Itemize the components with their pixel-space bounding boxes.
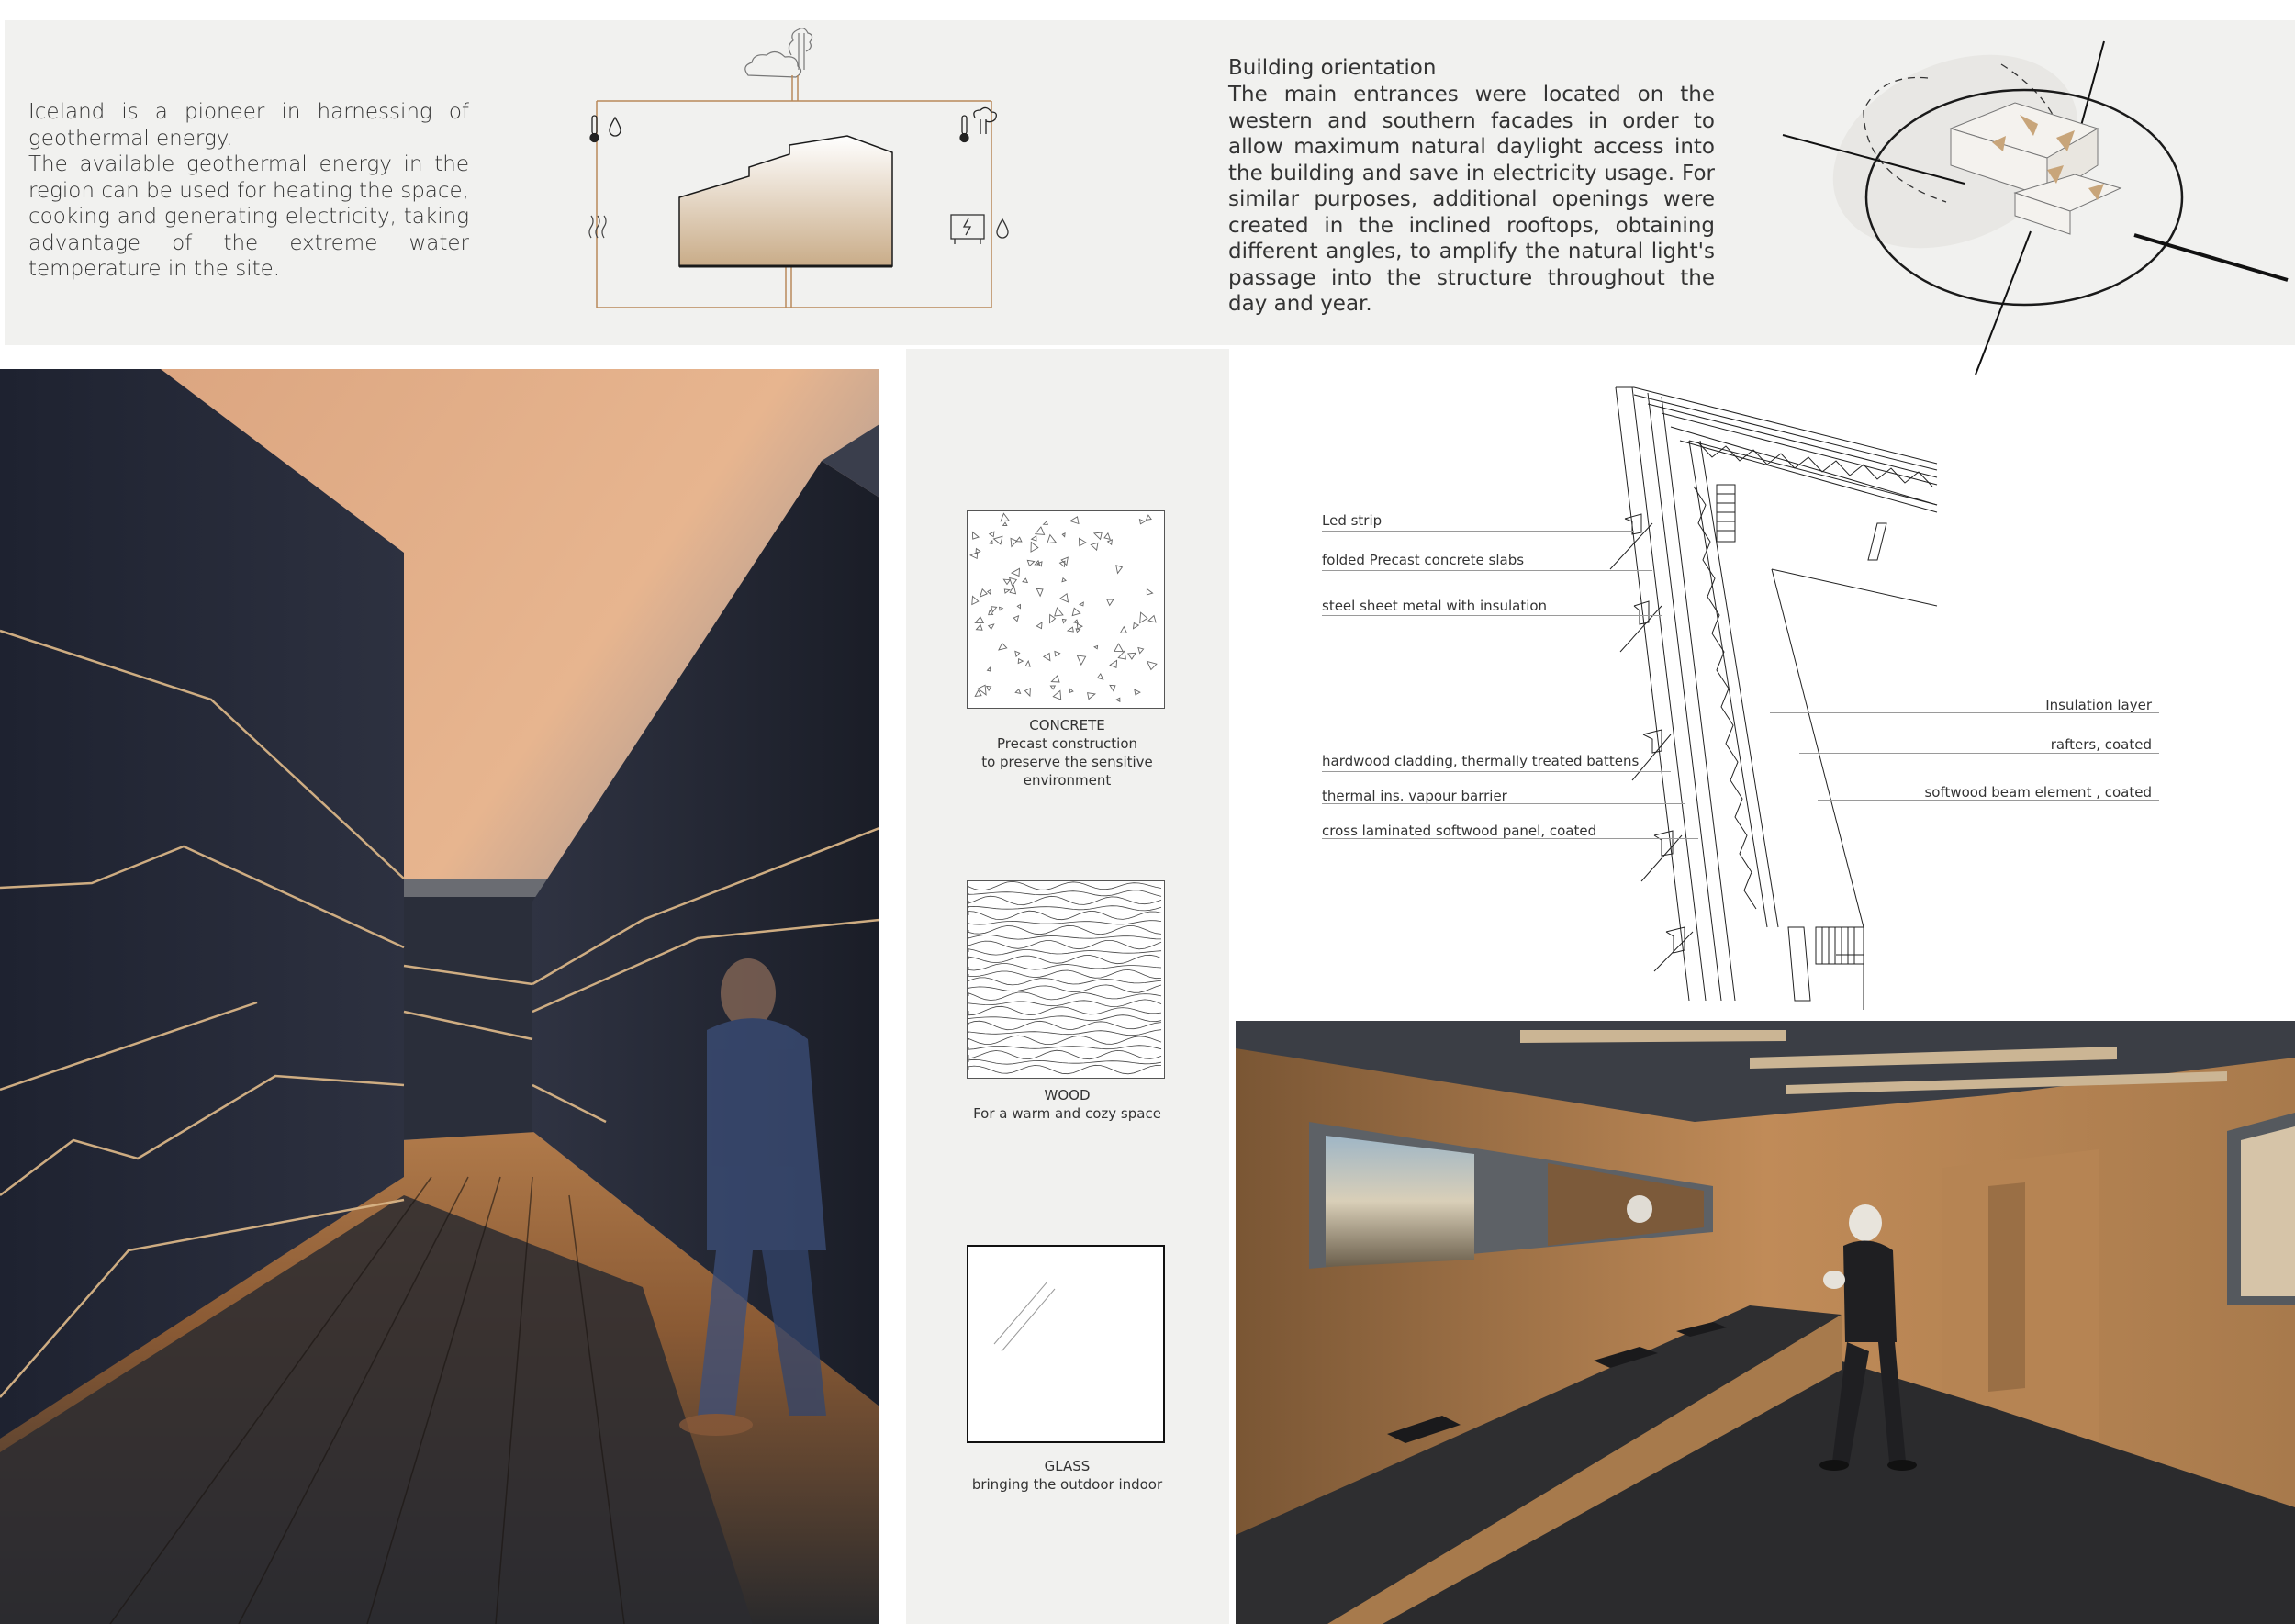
- leader-line: [1322, 771, 1671, 772]
- label-rafters: rafters, coated: [2050, 736, 2152, 753]
- label-insulation-layer: Insulation layer: [2045, 697, 2152, 713]
- wood-caption: WOOD For a warm and cozy space: [936, 1086, 1198, 1123]
- glass-name: GLASS: [1044, 1458, 1091, 1474]
- concrete-line2: to preserve the sensitive environment: [981, 754, 1153, 789]
- leader-line: [1799, 753, 2159, 754]
- glass-line1: bringing the outdoor indoor: [971, 1476, 1163, 1493]
- geothermal-text: Iceland is a pioneer in harnessing of ge…: [28, 100, 469, 281]
- leader-line: [1322, 570, 1652, 571]
- electricity-icon: [950, 214, 1009, 244]
- orientation-title: Building orientation: [1228, 56, 1437, 80]
- label-softwood-beam: softwood beam element , coated: [1924, 784, 2152, 801]
- label-vapour-barrier: thermal ins. vapour barrier: [1322, 788, 1507, 804]
- wood-swatch: [967, 880, 1165, 1079]
- thermometer-icon: [589, 115, 621, 143]
- leader-line: [1322, 615, 1662, 616]
- label-clt-panel: cross laminated softwood panel, coated: [1322, 823, 1597, 839]
- wood-name: WOOD: [1044, 1087, 1091, 1103]
- construction-detail-drawing: [1609, 386, 1938, 1010]
- house-icon: [678, 135, 893, 267]
- concrete-name: CONCRETE: [1029, 717, 1105, 734]
- concrete-caption: CONCRETE Precast construction to preserv…: [936, 716, 1198, 790]
- label-led-strip: Led strip: [1322, 512, 1383, 529]
- leader-line: [1770, 712, 2159, 713]
- exterior-rendering: [0, 369, 879, 1624]
- interior-rendering: [1236, 1021, 2295, 1624]
- leader-line: [1322, 803, 1685, 804]
- concrete-swatch: [967, 510, 1165, 709]
- orientation-text: The main entrances were located on the w…: [1228, 83, 1715, 316]
- glass-swatch: [967, 1245, 1165, 1443]
- heat-icon: [588, 215, 607, 239]
- leader-line: [1322, 531, 1634, 532]
- wood-line1: For a warm and cozy space: [973, 1105, 1161, 1122]
- label-hardwood-cladding: hardwood cladding, thermally treated bat…: [1322, 753, 1640, 769]
- concrete-line1: Precast construction: [996, 735, 1138, 752]
- glass-caption: GLASS bringing the outdoor indoor: [936, 1457, 1198, 1494]
- leader-line: [1818, 800, 2159, 801]
- label-precast-slabs: folded Precast concrete slabs: [1322, 552, 1525, 568]
- geothermal-diagram: [588, 28, 1009, 308]
- label-steel-sheet: steel sheet metal with insulation: [1322, 598, 1548, 614]
- steam-cloud-icon: [744, 28, 813, 78]
- leader-line: [1322, 838, 1698, 839]
- orientation-diagram: [1782, 40, 2289, 375]
